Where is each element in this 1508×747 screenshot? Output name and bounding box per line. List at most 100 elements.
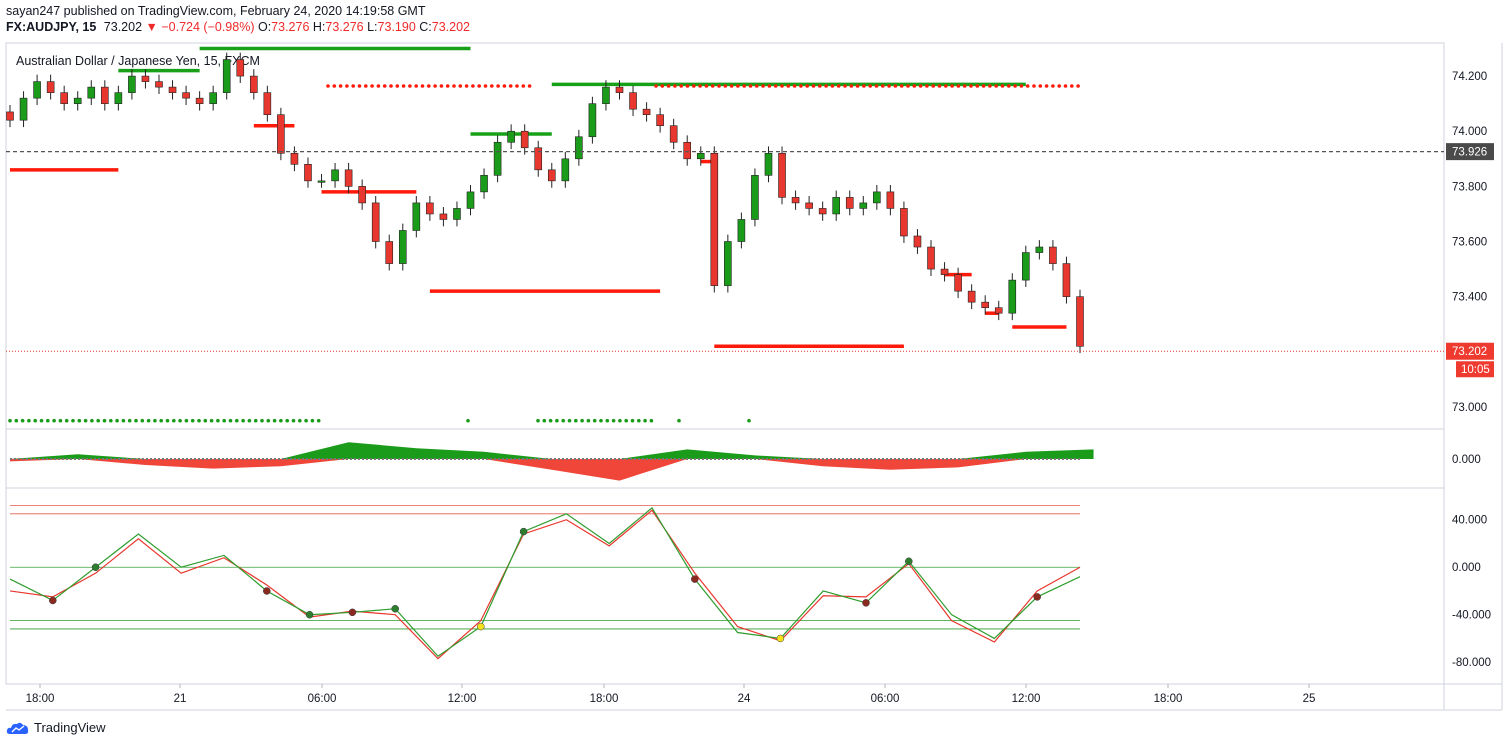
osc2-cross-marker bbox=[391, 605, 399, 613]
candle-body bbox=[561, 158, 570, 182]
time-tick: 18:00 bbox=[1154, 693, 1183, 705]
support-dot bbox=[542, 418, 547, 423]
candle-body bbox=[101, 86, 109, 104]
resistance-dot bbox=[351, 84, 356, 88]
support-dot bbox=[115, 418, 119, 423]
candle-body bbox=[236, 59, 245, 77]
candle-body bbox=[73, 97, 82, 104]
resistance-dot bbox=[862, 84, 866, 88]
candle-body bbox=[114, 92, 123, 104]
resistance-dot bbox=[906, 84, 910, 88]
support-dot bbox=[536, 418, 540, 423]
resistance-dot bbox=[660, 84, 665, 88]
support-dot bbox=[592, 418, 597, 423]
resistance-dot bbox=[786, 84, 791, 88]
support-dot bbox=[228, 418, 233, 423]
osc2-cross-marker bbox=[776, 634, 785, 643]
resistance-dot bbox=[1019, 84, 1024, 88]
candlesticks bbox=[6, 52, 1084, 354]
resistance-dot bbox=[458, 84, 463, 88]
resistance-dot bbox=[925, 84, 929, 88]
support-dot bbox=[561, 418, 565, 423]
candle-body bbox=[141, 75, 150, 82]
stochastic-oscillator bbox=[9, 505, 1081, 660]
support-dot bbox=[172, 418, 176, 423]
resistance-dot bbox=[748, 84, 753, 88]
candle-body bbox=[547, 169, 556, 182]
price-pane bbox=[5, 42, 1445, 430]
resistance-dot bbox=[849, 84, 854, 88]
price-tick: 73.000 bbox=[1452, 402, 1487, 414]
candle-body bbox=[940, 268, 949, 275]
candle-body bbox=[967, 290, 976, 303]
candle-body bbox=[1008, 279, 1017, 314]
support-dot bbox=[109, 418, 113, 423]
momentum-histogram bbox=[10, 442, 1094, 481]
resistance-dot bbox=[521, 84, 526, 88]
resistance-dot bbox=[698, 84, 702, 88]
resistance-dot bbox=[376, 84, 381, 88]
resistance-dot bbox=[988, 84, 992, 88]
support-dot bbox=[643, 418, 647, 423]
resistance-dot bbox=[962, 84, 967, 88]
candle-body bbox=[277, 114, 285, 154]
resistance-dot bbox=[1013, 84, 1017, 88]
support-dot bbox=[548, 418, 553, 423]
support-dot bbox=[649, 418, 654, 423]
support-dot bbox=[27, 418, 31, 423]
osc2-cross-marker bbox=[263, 587, 271, 595]
candle-body bbox=[439, 213, 448, 220]
support-dot bbox=[178, 418, 182, 423]
key-level-label: 73.926 bbox=[1452, 147, 1487, 159]
candle-body bbox=[331, 169, 339, 182]
candle-body bbox=[778, 152, 786, 198]
support-dot bbox=[247, 418, 252, 423]
resistance-dot bbox=[736, 84, 740, 88]
resistance-dot bbox=[414, 84, 419, 88]
support-dot bbox=[222, 418, 226, 423]
candle-body bbox=[954, 274, 962, 292]
osc2-cross-marker bbox=[905, 557, 913, 566]
candle-body bbox=[480, 175, 488, 193]
candle-body bbox=[128, 75, 136, 93]
candle-body bbox=[412, 202, 421, 231]
osc2-tick: 40.000 bbox=[1452, 515, 1487, 527]
osc2-cross-marker bbox=[519, 527, 528, 536]
support-dot bbox=[555, 418, 559, 423]
support-dot bbox=[235, 418, 239, 423]
time-tick: 21 bbox=[174, 693, 187, 705]
tradingview-logo[interactable]: TradingView bbox=[6, 720, 106, 735]
resistance-dot bbox=[1057, 84, 1061, 88]
candle-body bbox=[669, 125, 678, 143]
resistance-dot bbox=[780, 84, 784, 88]
candle-body bbox=[263, 92, 272, 115]
candle-body bbox=[6, 111, 14, 121]
support-dot bbox=[33, 418, 37, 423]
support-dot bbox=[52, 418, 56, 423]
resistance-dot bbox=[843, 84, 847, 88]
support-dot bbox=[298, 418, 302, 423]
resistance-dot bbox=[792, 84, 797, 88]
resistance-dot bbox=[439, 84, 444, 88]
osc2-cross-marker bbox=[1033, 593, 1041, 601]
oscillator-2-pane bbox=[5, 487, 1445, 685]
candle-body bbox=[575, 136, 583, 160]
candle-body bbox=[642, 108, 651, 115]
resistance-dot bbox=[433, 84, 437, 88]
resistance-dot bbox=[1063, 84, 1068, 88]
candle-body bbox=[249, 75, 258, 93]
resistance-dot bbox=[931, 84, 935, 88]
chart-canvas[interactable]: Australian Dollar / Japanese Yen, 15, FX… bbox=[0, 0, 1508, 747]
resistance-dot bbox=[799, 84, 803, 88]
resistance-dot bbox=[887, 84, 891, 88]
candle-body bbox=[182, 92, 190, 99]
resistance-dot bbox=[918, 84, 923, 88]
resistance-dot bbox=[1038, 84, 1043, 88]
tradingview-cloud-icon bbox=[6, 722, 29, 734]
resistance-dot bbox=[893, 84, 898, 88]
price-tick: 73.800 bbox=[1452, 181, 1487, 193]
support-dot bbox=[316, 418, 321, 423]
support-dot bbox=[102, 418, 107, 423]
resistance-dot bbox=[742, 84, 746, 88]
support-dot bbox=[90, 418, 94, 423]
